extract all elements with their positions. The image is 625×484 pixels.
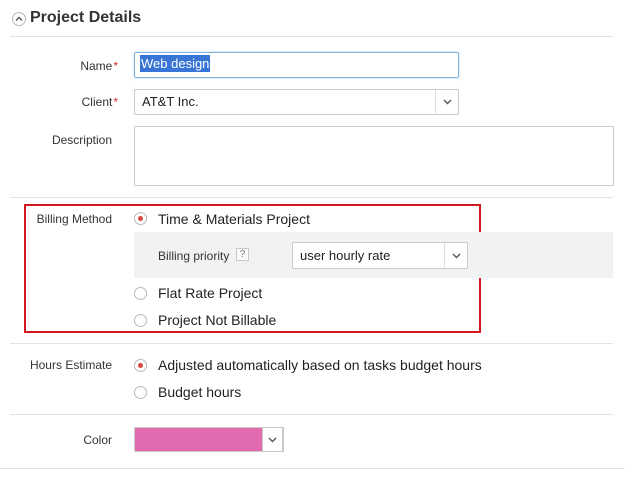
budget-hours-label[interactable]: Budget hours [158, 384, 241, 400]
description-textarea[interactable] [134, 126, 614, 186]
divider [0, 468, 625, 469]
divider [10, 414, 613, 415]
color-swatch[interactable] [135, 428, 262, 451]
radio-budget-hours[interactable] [134, 386, 147, 399]
radio-selected-dot [138, 363, 143, 368]
radio-time-materials[interactable] [134, 212, 147, 225]
collapse-section-button[interactable] [12, 12, 26, 26]
client-select-value: AT&T Inc. [142, 94, 199, 109]
billing-priority-label: Billing priority [158, 249, 230, 263]
hours-estimate-label: Hours Estimate [29, 358, 112, 372]
billing-method-label: Billing Method [36, 212, 112, 226]
name-input-value: Web design [140, 55, 211, 72]
chevron-down-icon [268, 437, 277, 442]
color-label: Color [83, 433, 112, 447]
description-label: Description [51, 133, 112, 147]
billing-priority-select[interactable]: user hourly rate [292, 242, 468, 269]
name-label: Name* [0, 59, 118, 73]
client-label-text: Client [81, 95, 113, 109]
color-dropdown-button[interactable] [262, 427, 283, 452]
divider [10, 197, 613, 198]
not-billable-label[interactable]: Project Not Billable [158, 312, 276, 328]
flat-rate-label[interactable]: Flat Rate Project [158, 285, 262, 301]
radio-not-billable[interactable] [134, 314, 147, 327]
time-materials-label[interactable]: Time & Materials Project [158, 211, 310, 227]
divider [10, 343, 613, 344]
chevron-down-icon[interactable] [435, 90, 458, 114]
radio-selected-dot [138, 216, 143, 221]
required-marker: * [113, 59, 118, 73]
section-title: Project Details [30, 9, 142, 26]
name-input[interactable]: Web design [134, 52, 459, 78]
client-select[interactable]: AT&T Inc. [134, 89, 459, 115]
adjusted-automatically-label[interactable]: Adjusted automatically based on tasks bu… [158, 357, 482, 373]
radio-adjusted-automatically[interactable] [134, 359, 147, 372]
chevron-up-icon [15, 16, 23, 21]
billing-priority-value: user hourly rate [300, 248, 391, 263]
help-icon[interactable]: ? [236, 248, 249, 261]
required-marker: * [113, 95, 118, 109]
radio-flat-rate[interactable] [134, 287, 147, 300]
name-label-text: Name [80, 59, 113, 73]
chevron-down-icon[interactable] [444, 243, 467, 268]
header-divider [10, 36, 613, 37]
client-label: Client* [0, 95, 118, 109]
